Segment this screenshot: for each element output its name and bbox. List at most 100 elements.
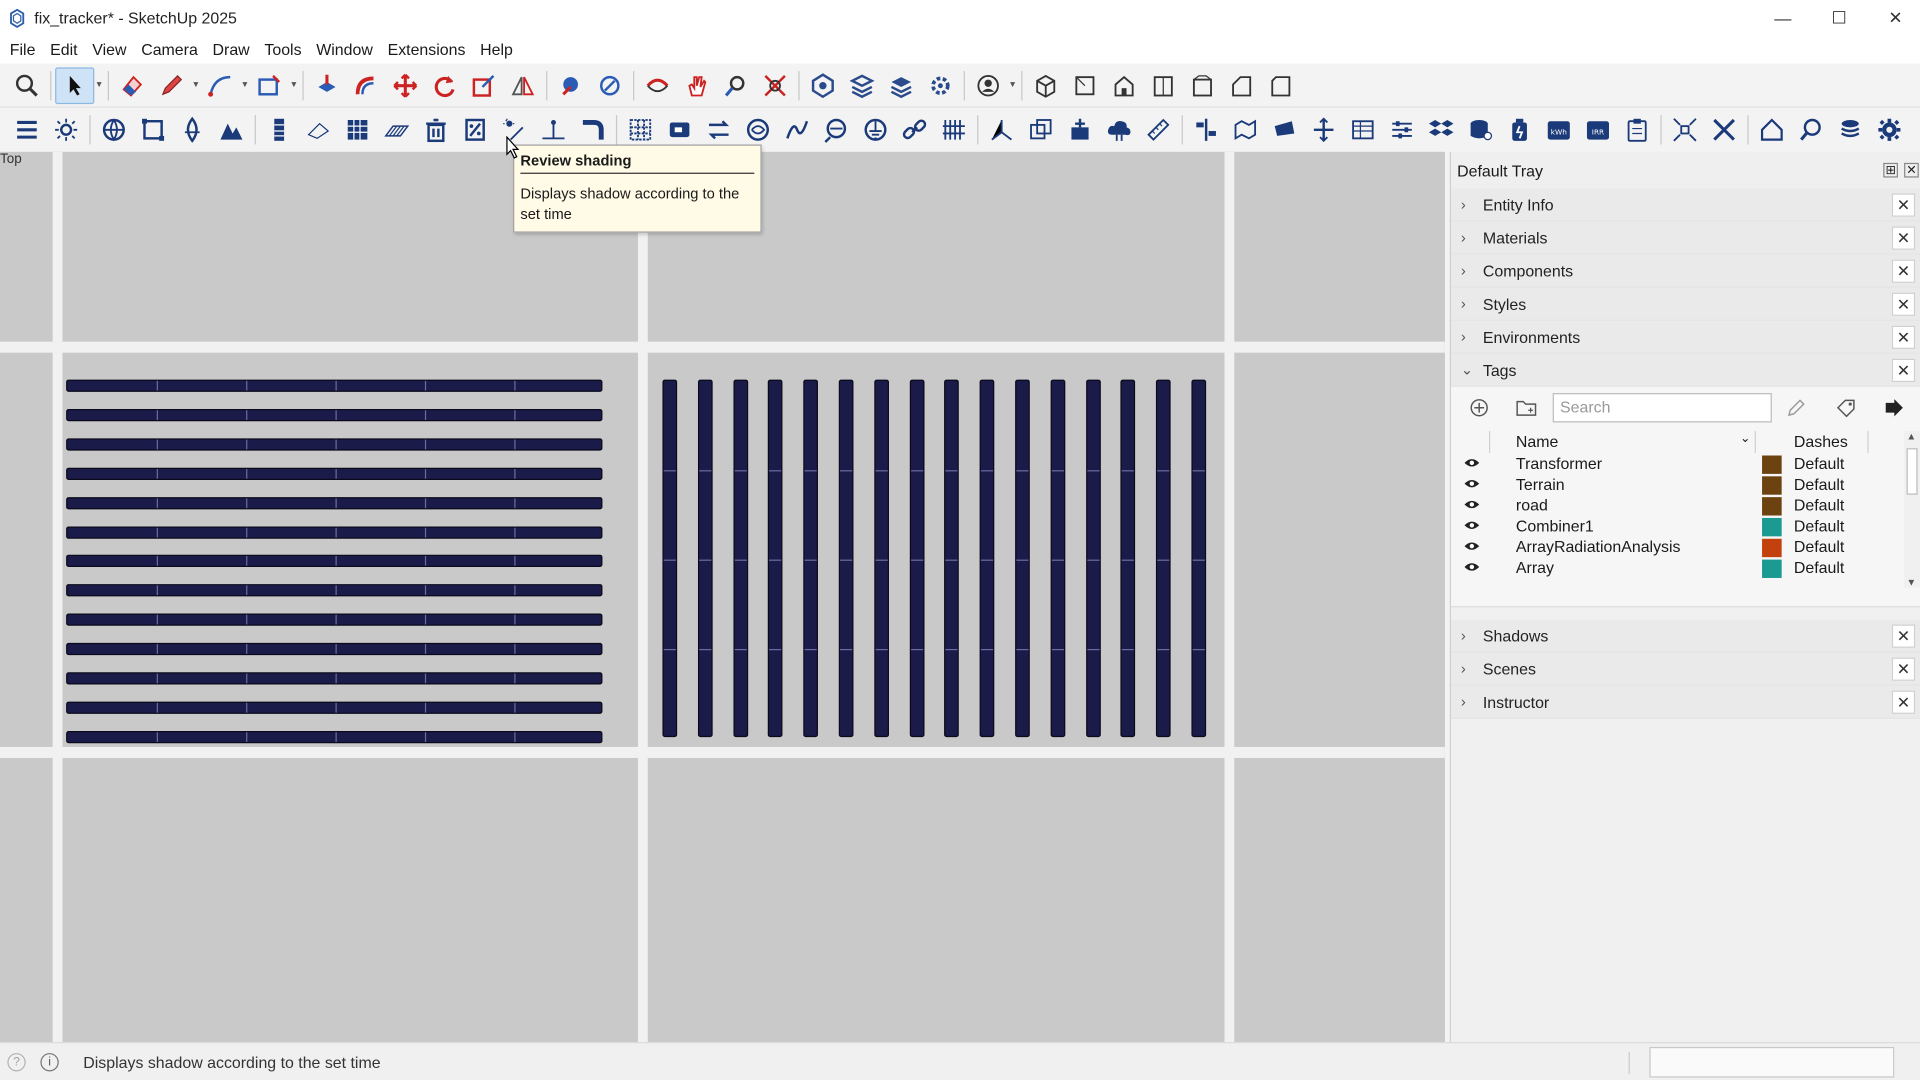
solar-panel-row[interactable] (66, 584, 603, 597)
tag-dashes[interactable]: Default (1794, 558, 1844, 576)
measurements-box[interactable] (1649, 1046, 1895, 1078)
solar-panel-column[interactable] (697, 379, 713, 738)
cloud-cad-button[interactable] (1100, 111, 1139, 148)
column-name-header[interactable]: Name (1516, 432, 1558, 450)
close-section-button[interactable]: ✕ (1891, 657, 1916, 681)
copy-array-button[interactable] (1021, 111, 1060, 148)
add-folder-button[interactable] (1512, 393, 1541, 422)
array-button[interactable] (260, 111, 299, 148)
panel-tilt-button[interactable] (1265, 111, 1304, 148)
menu-lines-button[interactable] (7, 111, 46, 148)
solar-panel-column[interactable] (768, 379, 783, 738)
tag-color-swatch[interactable] (1762, 517, 1782, 537)
follow-me-button[interactable] (347, 67, 386, 104)
menu-window[interactable]: Window (309, 38, 380, 61)
warehouse-button[interactable] (803, 67, 842, 104)
close-section-button[interactable]: ✕ (1891, 325, 1916, 349)
solar-panel-row[interactable] (66, 467, 603, 480)
chevron-down-icon[interactable]: ⌄ (1740, 432, 1750, 445)
solar-panel-row[interactable] (66, 613, 603, 626)
row-array-button[interactable] (377, 111, 416, 148)
solar-panel-column[interactable] (1085, 379, 1101, 738)
solar-panel-row[interactable] (66, 642, 603, 656)
scroll-thumb[interactable] (1906, 448, 1918, 495)
terrain-button[interactable] (212, 111, 251, 148)
tag-tool-button[interactable] (1832, 393, 1861, 422)
solar-panel-column[interactable] (1120, 379, 1136, 738)
tag-dashes[interactable]: Default (1794, 496, 1844, 514)
eraser-tool-button[interactable] (113, 67, 152, 104)
measure-button[interactable] (1139, 111, 1178, 148)
close-tray-button[interactable]: ✕ (1904, 162, 1919, 178)
tag-row[interactable]: ArrayRadiationAnalysis Default (1451, 538, 1907, 559)
menu-camera[interactable]: Camera (134, 38, 205, 61)
close-section-button[interactable]: ✕ (1891, 193, 1916, 217)
layers-db-button[interactable] (1831, 111, 1870, 148)
extension-manager-button[interactable] (921, 67, 960, 104)
rectangle-dropdown[interactable]: ▼ (289, 67, 299, 104)
left-view-button[interactable] (1222, 67, 1261, 104)
iso-view-button[interactable] (1026, 67, 1065, 104)
solar-panel-row[interactable] (66, 555, 603, 568)
scale-tool-button[interactable] (464, 67, 503, 104)
eye-icon[interactable] (1463, 478, 1480, 490)
database-button[interactable] (1461, 111, 1500, 148)
sun-settings-button[interactable] (47, 111, 86, 148)
settings-button[interactable] (1870, 111, 1909, 148)
select-tool-button[interactable] (55, 66, 95, 104)
profile-button[interactable] (969, 67, 1008, 104)
top-view-button[interactable] (1065, 67, 1104, 104)
minimize-button[interactable]: — (1755, 0, 1811, 36)
solar-panel-column[interactable] (909, 379, 924, 738)
close-section-button[interactable]: ✕ (1891, 259, 1916, 283)
distribute-button[interactable] (1304, 111, 1343, 148)
eye-icon[interactable] (1463, 519, 1480, 531)
tag-color-swatch[interactable] (1762, 455, 1782, 474)
solar-panel-column[interactable] (662, 379, 678, 738)
irr-button[interactable]: IRR (1578, 111, 1617, 148)
wire-button[interactable] (778, 111, 817, 148)
move-tool-button[interactable] (386, 67, 425, 104)
percent-button[interactable] (456, 111, 495, 148)
select-dropdown[interactable]: ▼ (94, 67, 104, 104)
pin-tray-button[interactable]: ⊞ (1883, 162, 1898, 178)
inspect-button[interactable] (1791, 111, 1830, 148)
tag-color-swatch[interactable] (1762, 559, 1782, 578)
solar-panel-row[interactable] (66, 525, 603, 539)
table-button[interactable] (1343, 111, 1382, 148)
close-section-button[interactable]: ✕ (1891, 226, 1916, 250)
zoom-extents-button[interactable] (756, 67, 795, 104)
shadows-section[interactable]: › Shadows ✕ (1451, 619, 1920, 653)
pipe-button[interactable] (573, 111, 612, 148)
home-button[interactable] (1752, 111, 1791, 148)
layout-button[interactable] (882, 67, 921, 104)
cable-button[interactable] (738, 111, 777, 148)
solar-panel-column[interactable] (944, 379, 960, 738)
solar-panel-column[interactable] (874, 379, 889, 738)
solar-panel-row[interactable] (66, 730, 603, 744)
sample-button[interactable] (590, 67, 629, 104)
fence-button[interactable] (934, 111, 973, 148)
tag-row[interactable]: Array Default (1451, 558, 1907, 579)
details-menu-button[interactable] (1880, 393, 1909, 422)
color-by-tag-button[interactable] (1782, 393, 1811, 422)
maximize-button[interactable]: ☐ (1811, 0, 1867, 36)
battery-button[interactable] (1500, 111, 1539, 148)
styles-section[interactable]: › Styles ✕ (1451, 287, 1920, 321)
solar-panel-column[interactable] (979, 379, 995, 738)
grounding-button[interactable] (856, 111, 895, 148)
flip-tool-button[interactable] (503, 67, 542, 104)
rectangle-tool-button[interactable] (250, 67, 289, 104)
components-section[interactable]: › Components ✕ (1451, 254, 1920, 288)
arc-dropdown[interactable]: ▼ (240, 67, 250, 104)
tag-dashes[interactable]: Default (1794, 475, 1844, 493)
tag-dashes[interactable]: Default (1794, 538, 1844, 556)
boundary-button[interactable] (133, 111, 172, 148)
flame-button[interactable] (173, 111, 212, 148)
report-button[interactable] (1618, 111, 1657, 148)
sun-path-button[interactable] (534, 111, 573, 148)
align-button[interactable] (1187, 111, 1226, 148)
solar-panel-row[interactable] (66, 701, 603, 714)
solar-panel-column[interactable] (1191, 379, 1207, 738)
inverter-button[interactable] (660, 111, 699, 148)
